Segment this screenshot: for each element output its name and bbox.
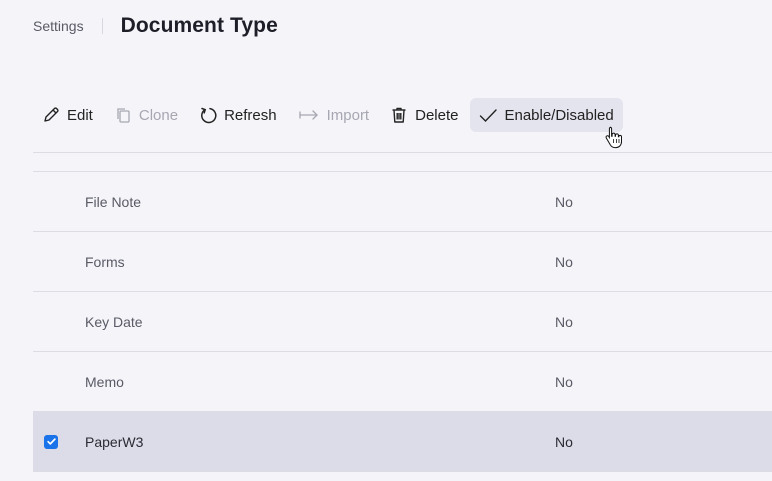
clone-label: Clone: [138, 106, 179, 124]
trash-icon: [392, 107, 406, 123]
table-row[interactable]: Memo No: [33, 352, 772, 412]
breadcrumb-settings[interactable]: Settings: [33, 18, 84, 34]
copy-icon: [117, 108, 130, 123]
refresh-button[interactable]: Refresh: [190, 98, 286, 132]
refresh-label: Refresh: [224, 106, 277, 124]
document-type-value: No: [555, 433, 573, 450]
table-row[interactable]: Forms No: [33, 232, 772, 292]
document-type-table: File Note No Forms No Key Date No Memo N…: [33, 152, 772, 472]
enable-disabled-button[interactable]: Enable/Disabled: [470, 98, 623, 132]
toolbar: Edit Clone Refresh Import Delete Enable/…: [33, 98, 626, 132]
page-title: Document Type: [120, 14, 278, 37]
breadcrumb-divider: [101, 18, 103, 34]
delete-label: Delete: [415, 106, 459, 124]
edit-label: Edit: [67, 106, 93, 124]
table-row-selected[interactable]: PaperW3 No: [33, 412, 772, 472]
document-type-name: File Note: [85, 193, 142, 210]
import-label: Import: [326, 106, 370, 124]
clone-button[interactable]: Clone: [105, 98, 187, 132]
hand-pointer-cursor-icon: [605, 126, 622, 149]
refresh-icon: [201, 107, 217, 124]
table-row[interactable]: File Note No: [33, 172, 772, 232]
delete-button[interactable]: Delete: [381, 98, 467, 132]
table-row[interactable]: Key Date No: [33, 292, 772, 352]
document-type-name: Forms: [85, 253, 125, 270]
edit-button[interactable]: Edit: [33, 98, 102, 132]
checkmark-icon: [46, 438, 56, 445]
checkmark-icon: [480, 109, 498, 123]
document-type-name: Memo: [85, 373, 124, 390]
document-type-name: PaperW3: [85, 433, 144, 450]
document-type-value: No: [555, 193, 573, 210]
pencil-icon: [44, 107, 59, 122]
import-button[interactable]: Import: [289, 98, 379, 132]
document-type-value: No: [555, 253, 573, 270]
table-row-partial: [33, 153, 772, 172]
page-header: Settings Document Type: [33, 10, 278, 42]
row-checkbox-checked[interactable]: [44, 434, 58, 449]
document-type-value: No: [555, 373, 573, 390]
document-type-name: Key Date: [85, 313, 143, 330]
import-arrow-icon: [298, 110, 318, 120]
document-type-value: No: [555, 313, 573, 330]
enable-disabled-label: Enable/Disabled: [504, 106, 614, 124]
